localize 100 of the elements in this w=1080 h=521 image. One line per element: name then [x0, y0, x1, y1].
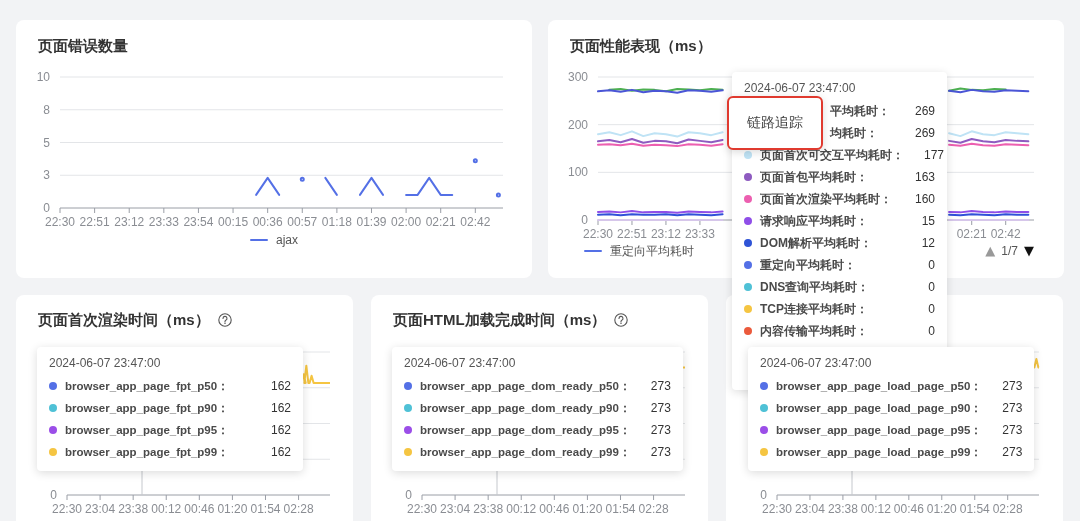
metric-value: 162	[270, 401, 291, 415]
legend-item[interactable]: ajax	[250, 233, 298, 247]
axis-label: 02:28	[992, 502, 1023, 516]
metric-value: 177	[924, 148, 945, 162]
metric-label: browser_app_page_dom_ready_p99：	[420, 444, 631, 460]
panel-title: 页面首次渲染时间（ms）	[38, 310, 210, 330]
panel-title: 页面HTML加载完成时间（ms）	[393, 310, 607, 330]
axis-label: 23:33	[148, 215, 179, 229]
axis-label: 02:42	[460, 215, 491, 229]
metric-value: 0	[928, 302, 935, 316]
axis-label: 8	[43, 102, 50, 117]
axis-label: 01:54	[605, 502, 636, 516]
axis-label: 00:12	[506, 502, 537, 516]
metric-value: 162	[270, 423, 291, 437]
axis-label: 00:57	[287, 215, 318, 229]
axis-label: 300	[567, 70, 588, 84]
metric-label: browser_app_page_fpt_p95：	[65, 422, 231, 438]
metric-label: 平均耗时：	[829, 102, 891, 120]
metric-label: 页面首包平均耗时：	[760, 168, 869, 186]
axis-label: 22:51	[79, 215, 110, 229]
metric-value: 0	[928, 280, 935, 294]
axis-label: 01:18	[321, 215, 352, 229]
axis-label: 01:54	[250, 502, 281, 516]
legend-item[interactable]: 重定向平均耗时	[584, 242, 694, 260]
metric-value: 0	[928, 258, 935, 272]
metric-value: 273	[650, 401, 671, 415]
axis-label: 23:04	[440, 502, 471, 516]
metric-value: 273	[1002, 423, 1023, 437]
axis-label: 01:20	[926, 502, 957, 516]
metric-label: browser_app_page_dom_ready_p90：	[420, 400, 631, 416]
axis-label: 02:28	[283, 502, 314, 516]
axis-label: 22:51	[616, 227, 647, 241]
metric-value: 162	[270, 379, 291, 393]
axis-label: 00:46	[184, 502, 215, 516]
axis-label: 23:38	[827, 502, 858, 516]
tooltip-time: 2024-06-07 23:47:00	[760, 355, 873, 371]
metric-label: DOM解析平均耗时：	[760, 234, 873, 252]
axis-label: 0	[760, 488, 767, 502]
axis-label: 23:54	[183, 215, 214, 229]
axis-label: 23:04	[794, 502, 825, 516]
axis-label: 00:46	[893, 502, 924, 516]
next-page-button[interactable]: ▼	[1024, 244, 1034, 258]
metric-value: 163	[914, 170, 935, 184]
axis-label: 00:15	[218, 215, 249, 229]
axis-label: 100	[567, 165, 588, 180]
panel-title: 页面性能表现（ms）	[570, 36, 712, 56]
axis-label: 23:12	[650, 227, 681, 241]
metric-label: 页面首次可交互平均耗时：	[760, 146, 904, 164]
help-icon[interactable]	[614, 313, 629, 327]
axis-label: 02:00	[391, 215, 422, 229]
metric-label: browser_app_page_fpt_p99：	[65, 444, 231, 460]
axis-label: 10	[36, 70, 50, 84]
axis-label: 01:54	[959, 502, 990, 516]
page-indicator: 1/7	[1001, 244, 1018, 258]
metric-value: 0	[928, 324, 935, 338]
metric-value: 273	[1002, 401, 1023, 415]
metric-value: 12	[921, 236, 935, 250]
metric-label: 页面首次渲染平均耗时：	[760, 190, 893, 208]
metric-value: 273	[650, 379, 671, 393]
axis-label: 02:42	[990, 227, 1021, 241]
metric-label: browser_app_page_load_page_p99：	[776, 444, 983, 460]
axis-label: 22:30	[45, 215, 75, 229]
metric-label: DNS查询平均耗时：	[760, 278, 871, 296]
axis-label: 5	[43, 135, 50, 150]
tooltip-time: 2024-06-07 23:47:00	[744, 80, 857, 96]
menu-item[interactable]: 链路追踪	[747, 114, 803, 132]
metric-value: 273	[1002, 445, 1023, 459]
axis-label: 00:12	[151, 502, 182, 516]
metric-value: 15	[921, 214, 935, 228]
axis-label: 00:46	[539, 502, 570, 516]
axis-label: 0	[405, 488, 412, 502]
axis-label: 23:04	[85, 502, 116, 516]
metric-value: 162	[270, 445, 291, 459]
axis-label: 0	[43, 201, 50, 215]
axis-label: 200	[567, 117, 588, 132]
axis-label: 22:30	[407, 502, 437, 516]
axis-label: 01:20	[217, 502, 248, 516]
axis-label: 0	[50, 488, 57, 502]
metric-value: 273	[650, 445, 671, 459]
metric-label: 均耗时：	[828, 124, 879, 142]
metric-value: 273	[650, 423, 671, 437]
metric-label: 请求响应平均耗时：	[760, 212, 869, 230]
tooltip-time: 2024-06-07 23:47:00	[404, 355, 517, 371]
axis-label: 23:12	[114, 215, 145, 229]
metric-label: browser_app_page_dom_ready_p95：	[420, 422, 631, 438]
axis-label: 22:30	[762, 502, 792, 516]
axis-label: 01:20	[572, 502, 603, 516]
axis-label: 22:30	[52, 502, 82, 516]
metric-value: 273	[1002, 379, 1023, 393]
metric-label: browser_app_page_fpt_p90：	[65, 400, 231, 416]
axis-label: 02:21	[956, 227, 987, 241]
help-icon[interactable]	[217, 313, 232, 327]
axis-label: 02:28	[638, 502, 669, 516]
axis-label: 02:21	[425, 215, 456, 229]
axis-label: 22:30	[583, 227, 613, 241]
metric-label: browser_app_page_fpt_p50：	[65, 378, 231, 394]
metric-label: 内容传输平均耗时：	[760, 322, 869, 340]
metric-value: 269	[914, 104, 935, 118]
axis-label: 3	[43, 168, 50, 183]
metric-label: 重定向平均耗时：	[760, 256, 857, 274]
